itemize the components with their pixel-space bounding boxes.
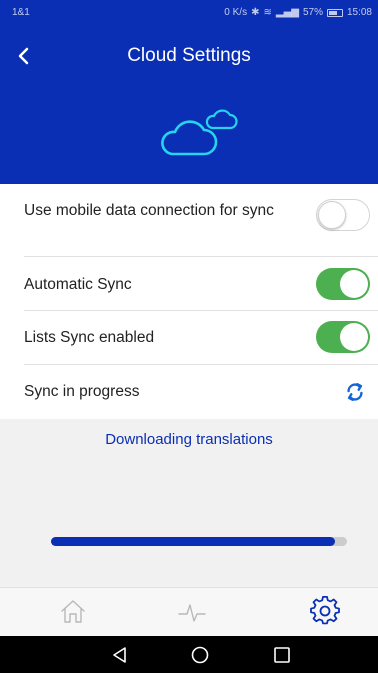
mobile-data-label: Use mobile data connection for sync <box>24 202 274 219</box>
carrier-name: 1&1 <box>12 7 30 18</box>
progress-status-text: Downloading translations <box>105 431 273 448</box>
sync-icon[interactable] <box>344 381 366 403</box>
setting-row-sync-progress: Sync in progress <box>24 365 378 419</box>
progress-bar-fill <box>51 537 336 546</box>
toggle-knob <box>340 323 368 351</box>
tab-settings[interactable] <box>310 595 340 626</box>
sync-progress-label: Sync in progress <box>24 383 140 400</box>
tab-home[interactable] <box>58 596 88 626</box>
setting-row-automatic-sync: Automatic Sync <box>24 257 378 311</box>
automatic-sync-toggle[interactable] <box>316 268 370 300</box>
setting-row-mobile-data: Use mobile data connection for sync <box>24 184 378 257</box>
bluetooth-icon: ✱ <box>251 7 260 18</box>
mobile-data-toggle[interactable] <box>316 199 370 231</box>
recents-square-icon[interactable] <box>272 645 292 665</box>
lists-sync-toggle[interactable] <box>316 321 370 353</box>
android-nav-bar <box>0 636 378 673</box>
home-icon <box>61 600 85 623</box>
download-progress-panel: Downloading translations <box>0 419 378 587</box>
toggle-knob <box>318 201 346 229</box>
automatic-sync-label: Automatic Sync <box>24 276 132 293</box>
lists-sync-label: Lists Sync enabled <box>24 329 155 346</box>
battery-icon <box>326 8 343 17</box>
setting-row-lists-sync: Lists Sync enabled <box>24 311 378 365</box>
page-title: Cloud Settings <box>127 45 251 66</box>
activity-icon <box>178 604 206 622</box>
clock: 15:08 <box>346 7 372 18</box>
signal-icon: ▂▄▆ <box>275 7 299 18</box>
wifi-icon: ≋ <box>263 7 272 18</box>
toggle-knob <box>340 270 368 298</box>
battery-percent: 57% <box>302 7 323 18</box>
home-circle-icon[interactable] <box>190 645 210 665</box>
tab-activity[interactable] <box>177 596 207 626</box>
settings-gear-icon <box>310 595 340 625</box>
back-triangle-icon[interactable] <box>110 645 130 665</box>
progress-bar <box>51 537 347 546</box>
bottom-tab-bar <box>0 587 378 636</box>
cloud-icon <box>161 109 238 156</box>
network-speed: 0 K/s <box>224 7 248 18</box>
status-bar: 1&1 0 K/s ✱ ≋ ▂▄▆ 57% 15:08 <box>0 0 378 24</box>
app-header: 1&1 0 K/s ✱ ≋ ▂▄▆ 57% 15:08 Cloud Settin… <box>0 0 378 184</box>
status-right: 0 K/s ✱ ≋ ▂▄▆ 57% 15:08 <box>224 7 372 18</box>
